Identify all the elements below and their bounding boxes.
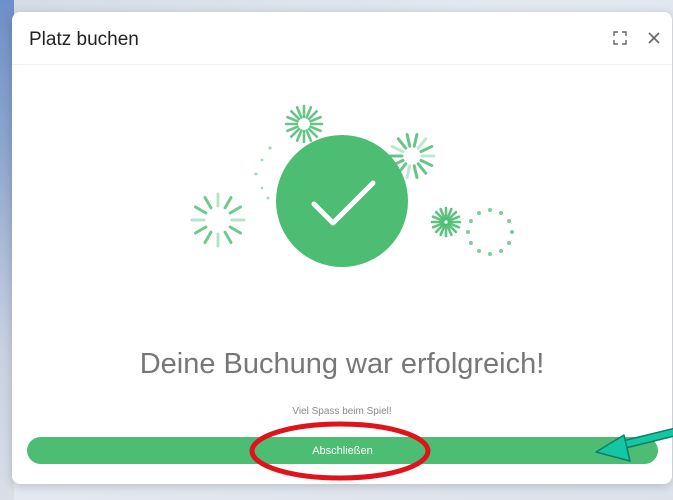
confetti-dot [507,241,512,245]
confetti-dot [260,158,264,162]
confetti-dot [477,249,481,254]
finish-button-label: Abschließen [312,444,373,457]
confetti-burst-top [284,104,324,144]
confetti-ray [223,195,233,210]
confetti-dot [468,241,473,245]
confetti-dot [510,230,514,234]
confetti-ray [193,205,208,215]
confetti-dot [488,208,492,212]
confetti-ray [193,225,208,235]
confetti-dot [266,196,270,200]
confetti-ray [405,133,412,148]
confetti-dot [499,210,503,215]
success-illustration [190,104,514,267]
confetti-dot [268,146,272,150]
success-headline: Deine Buchung war erfolgreich! [139,348,545,380]
confetti-ray [419,144,434,154]
confetti-dot [260,186,264,190]
confetti-ray [203,230,213,245]
confetti-burst-left [190,192,246,248]
confetti-dot [499,249,503,254]
confetti-ray [228,225,243,235]
finish-button[interactable]: Abschließen [27,437,658,464]
confetti-dot [507,219,512,223]
confetti-dot [254,172,258,176]
success-circle [276,135,408,267]
confetti-ray [412,133,419,148]
confetti-dot [466,230,470,234]
confetti-ray [416,162,428,175]
confetti-dot [468,219,473,223]
confetti-ray [203,195,213,210]
confetti-burst-lower-right [430,206,462,238]
confetti-ray [228,205,243,215]
confetti-ray [416,137,428,150]
confetti-ray [390,144,405,154]
confetti-ray [405,164,412,179]
success-subline: Viel Spass beim Spiel! [292,406,392,417]
confetti-dot [488,252,492,256]
confetti-ray [419,158,434,168]
confetti-ray [223,230,233,245]
confetti-ray [396,137,408,150]
confetti-dot [477,210,481,215]
confetti-ray [412,164,419,179]
